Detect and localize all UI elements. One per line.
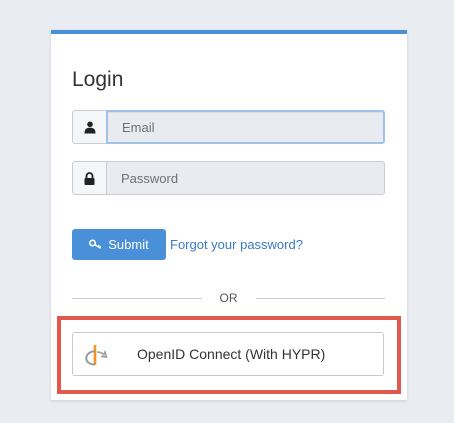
divider-line-left (72, 297, 202, 299)
openid-connect-label: OpenID Connect (With HYPR) (137, 346, 326, 362)
user-icon (72, 110, 106, 144)
page-title: Login (72, 68, 124, 91)
password-field[interactable] (106, 161, 385, 195)
key-icon (89, 237, 102, 252)
submit-label: Submit (108, 237, 149, 252)
openid-logo-icon (73, 332, 117, 376)
divider-line-right (255, 297, 385, 299)
email-field[interactable] (106, 110, 385, 144)
password-group (72, 161, 385, 195)
or-divider: OR (72, 290, 385, 306)
email-group (72, 110, 385, 144)
divider-label: OR (219, 291, 238, 305)
submit-button[interactable]: Submit (72, 229, 166, 260)
forgot-password-link[interactable]: Forgot your password? (170, 237, 303, 252)
lock-icon (72, 161, 106, 195)
openid-connect-button[interactable]: OpenID Connect (With HYPR) (72, 332, 384, 376)
